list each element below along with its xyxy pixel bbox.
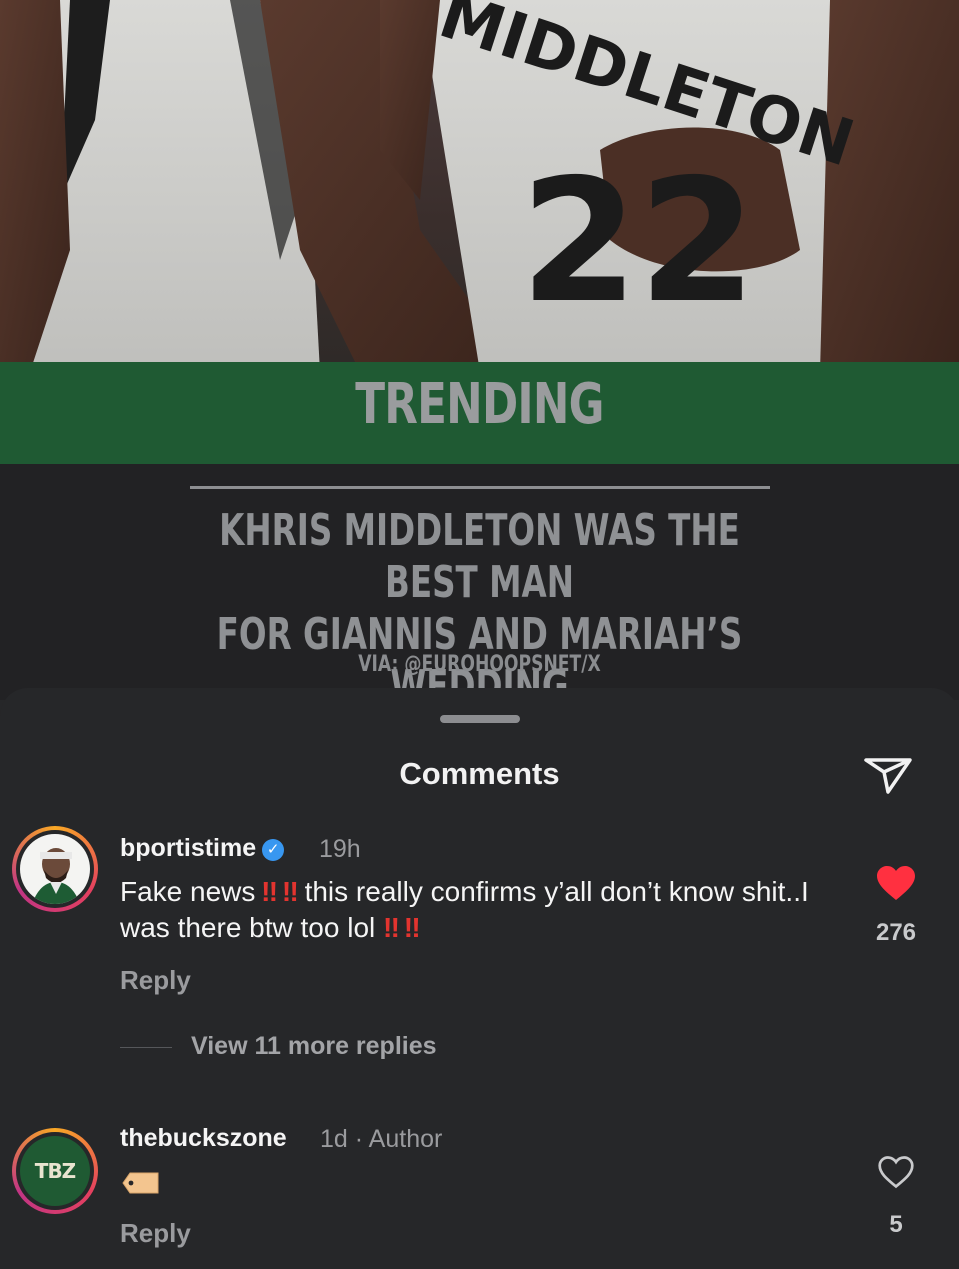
heart-outline-icon xyxy=(878,1156,914,1189)
share-button[interactable] xyxy=(862,752,914,796)
avatar-logo-text: TBZ xyxy=(34,1159,76,1183)
heart-filled-icon xyxy=(877,866,915,900)
avatar-illustration-icon xyxy=(20,834,90,904)
label-tag-emoji xyxy=(122,1172,160,1194)
comment-username[interactable]: bportistime ✓ xyxy=(120,834,285,863)
view-more-replies[interactable]: View 11 more replies xyxy=(191,1032,437,1061)
headline-line-1: KHRIS MIDDLETON WAS THE BEST MAN xyxy=(219,505,740,608)
meta-separator: · xyxy=(354,1125,364,1153)
comment-text: Fake news xyxy=(120,876,256,907)
players-photo: MIDDLETON 22 xyxy=(0,0,959,372)
double-exclamation-emoji: ‼ ‼ xyxy=(383,912,421,943)
comments-sheet: Comments bportistime ✓ 19h Fake news ‼ ‼… xyxy=(0,688,959,1269)
comment-time: 19h xyxy=(319,835,361,863)
sheet-grabber[interactable] xyxy=(440,715,520,723)
reply-button[interactable]: Reply xyxy=(120,1218,191,1249)
double-exclamation-emoji: ‼ ‼ xyxy=(255,876,299,907)
avatar[interactable]: TBZ xyxy=(12,1128,98,1214)
like-button[interactable] xyxy=(875,864,917,902)
author-label: Author xyxy=(368,1125,443,1153)
like-count: 276 xyxy=(875,919,917,946)
comment-time: 1d xyxy=(320,1125,348,1153)
headline-divider xyxy=(190,486,770,489)
like-count: 5 xyxy=(889,1211,903,1238)
source-credit: VIA: @EUROHOOPSNET/X xyxy=(358,652,601,677)
trending-title: TRENDING xyxy=(355,372,604,437)
paper-plane-icon xyxy=(864,758,912,794)
avatar[interactable] xyxy=(12,826,98,912)
post-image: MIDDLETON 22 TRENDING KHRIS MIDDLETON WA… xyxy=(0,0,959,700)
like-button[interactable] xyxy=(877,1154,915,1190)
sheet-title: Comments xyxy=(399,756,560,791)
comment-body: Fake news ‼ ‼ this really confirms y’all… xyxy=(120,874,840,946)
jersey-number: 22 xyxy=(520,143,757,341)
comment-meta: 1d · Author xyxy=(320,1125,442,1154)
comment-username[interactable]: thebuckszone xyxy=(120,1124,287,1153)
replies-divider xyxy=(120,1047,172,1048)
verified-badge-icon: ✓ xyxy=(262,839,285,861)
reply-button[interactable]: Reply xyxy=(120,965,191,996)
comment-username-text[interactable]: bportistime xyxy=(120,834,256,862)
